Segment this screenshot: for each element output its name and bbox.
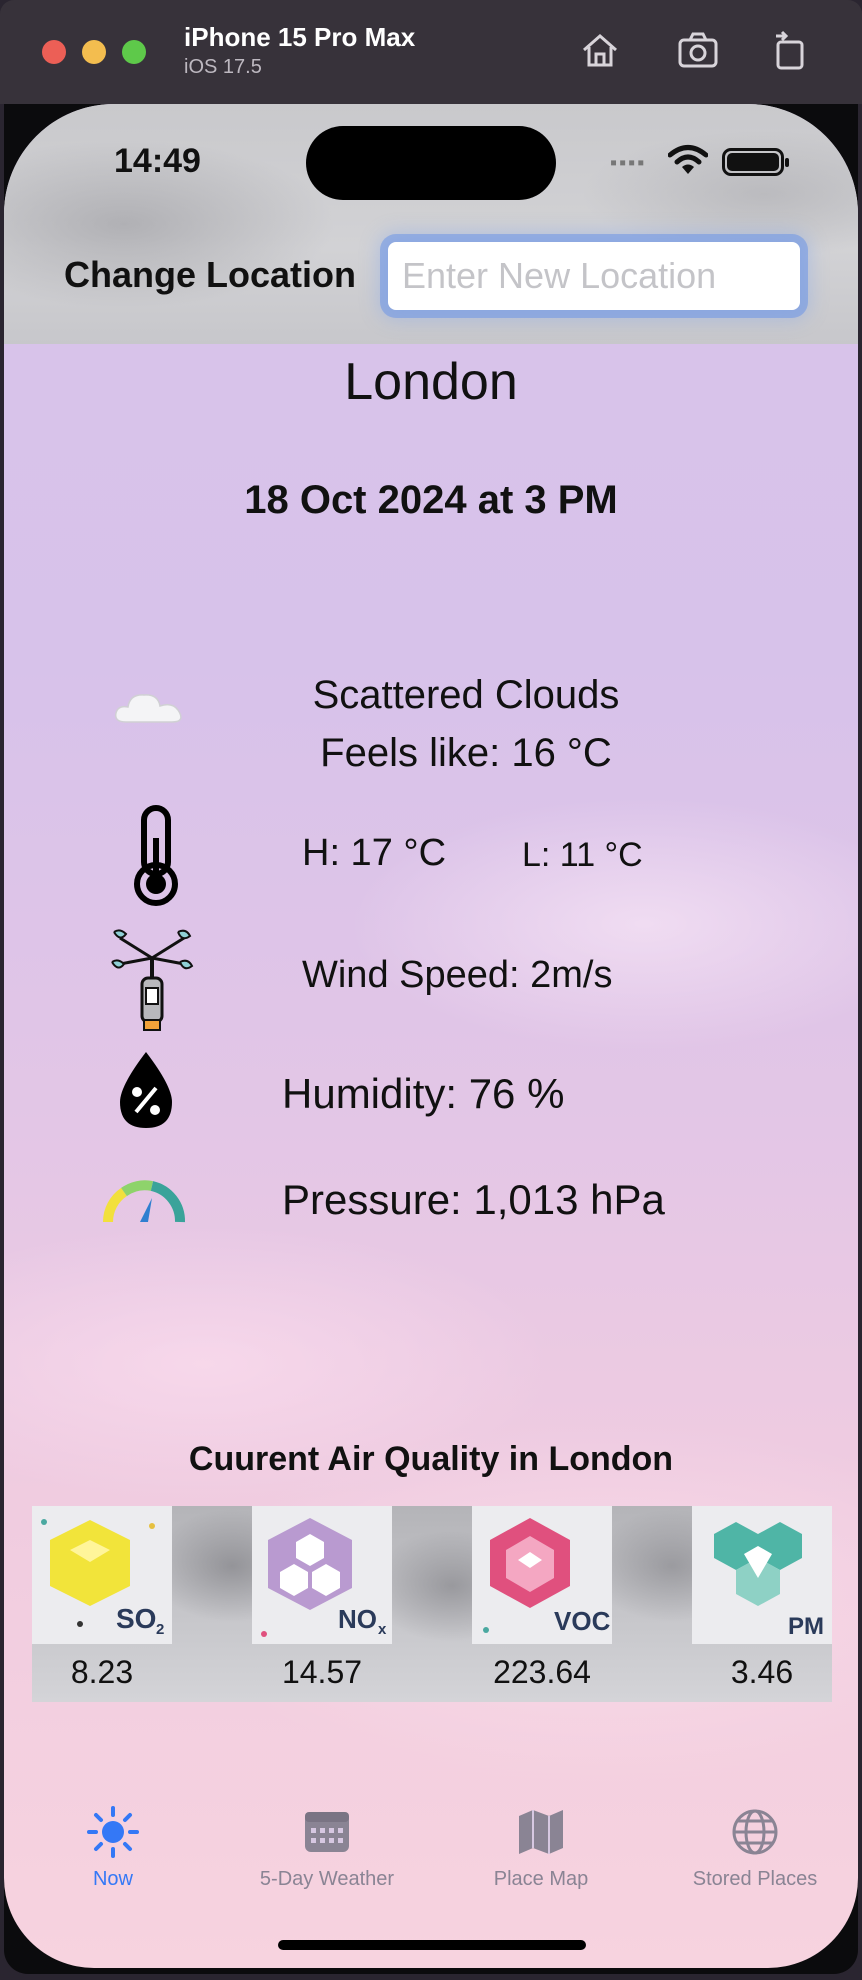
tab-5-day-label: 5-Day Weather bbox=[259, 1868, 395, 1890]
cellular-icon: ▪▪▪▪ bbox=[610, 152, 647, 174]
pm-value: 3.46 bbox=[730, 1654, 794, 1690]
tab-now-label: Now bbox=[92, 1868, 133, 1890]
tab-place-map[interactable]: Place Map bbox=[434, 1804, 648, 1924]
aq-item-pm: PM 3.46 bbox=[692, 1506, 832, 1702]
sun-icon bbox=[87, 1806, 139, 1858]
svg-text:NO: NO bbox=[338, 1604, 377, 1634]
pressure-value: Pressure: 1,013 hPa bbox=[282, 1176, 665, 1223]
so2-icon: SO 2 bbox=[32, 1506, 172, 1644]
wifi-icon bbox=[668, 145, 708, 174]
pressure-gauge-icon bbox=[102, 1178, 186, 1226]
voc-icon: VOC bbox=[472, 1506, 612, 1644]
condition-text: Scattered Clouds bbox=[312, 673, 620, 717]
wind-speed: Wind Speed: 2m/s bbox=[302, 954, 613, 996]
status-time: 14:49 bbox=[114, 142, 201, 180]
svg-text:SO: SO bbox=[116, 1603, 156, 1634]
air-quality-title: Cuurent Air Quality in London bbox=[188, 1440, 674, 1478]
battery-icon bbox=[722, 148, 789, 176]
calendar-icon bbox=[305, 1812, 349, 1852]
high-temp: H: 17 °C bbox=[302, 832, 447, 874]
forecast-datetime: 18 Oct 2024 at 3 PM bbox=[244, 478, 618, 522]
aq-item-nox: NO x 14.57 bbox=[252, 1506, 392, 1702]
tab-place-map-label: Place Map bbox=[493, 1868, 589, 1890]
app-screen: 14:49 ▪▪▪▪ Change Location London 18 Oct… bbox=[4, 104, 858, 1968]
svg-text:x: x bbox=[378, 1621, 387, 1638]
anemometer-icon bbox=[110, 924, 194, 1036]
tab-stored-places[interactable]: Stored Places bbox=[648, 1804, 858, 1924]
map-icon bbox=[519, 1810, 563, 1854]
city-name: London bbox=[344, 353, 518, 411]
so2-value: 8.23 bbox=[70, 1654, 134, 1690]
aq-item-voc: VOC 223.64 bbox=[472, 1506, 612, 1702]
air-quality-strip[interactable]: SO 2 8.23 NO x 14.57 VOC 223.64 PM 3.46 bbox=[32, 1506, 832, 1702]
dynamic-island bbox=[306, 126, 556, 200]
tab-5-day-weather[interactable]: 5-Day Weather bbox=[220, 1804, 434, 1924]
location-input[interactable] bbox=[388, 242, 800, 310]
change-location-label: Change Location bbox=[64, 254, 357, 295]
nox-value: 14.57 bbox=[281, 1654, 363, 1690]
nox-icon: NO x bbox=[252, 1506, 392, 1644]
aq-item-so2: SO 2 8.23 bbox=[32, 1506, 172, 1702]
tab-now[interactable]: Now bbox=[6, 1804, 220, 1924]
humidity-icon bbox=[114, 1050, 178, 1130]
thermometer-icon bbox=[128, 804, 184, 908]
weather-description: Scattered Clouds Feels like: 16 °C bbox=[4, 666, 858, 782]
tab-stored-places-label: Stored Places bbox=[692, 1868, 818, 1890]
humidity-value: Humidity: 76 % bbox=[282, 1070, 565, 1117]
voc-value: 223.64 bbox=[493, 1654, 591, 1690]
globe-icon bbox=[732, 1809, 778, 1855]
home-indicator[interactable] bbox=[278, 1940, 586, 1950]
svg-text:VOC: VOC bbox=[554, 1606, 611, 1636]
low-temp: L: 11 °C bbox=[522, 836, 643, 874]
svg-text:2: 2 bbox=[156, 1621, 164, 1638]
tab-bar: Now 5-Day Weather Place Map Stored Place… bbox=[4, 1804, 858, 1924]
pm-icon: PM bbox=[692, 1506, 832, 1644]
svg-text:PM: PM bbox=[788, 1613, 824, 1640]
feels-like-text: Feels like: 16 °C bbox=[320, 731, 612, 775]
